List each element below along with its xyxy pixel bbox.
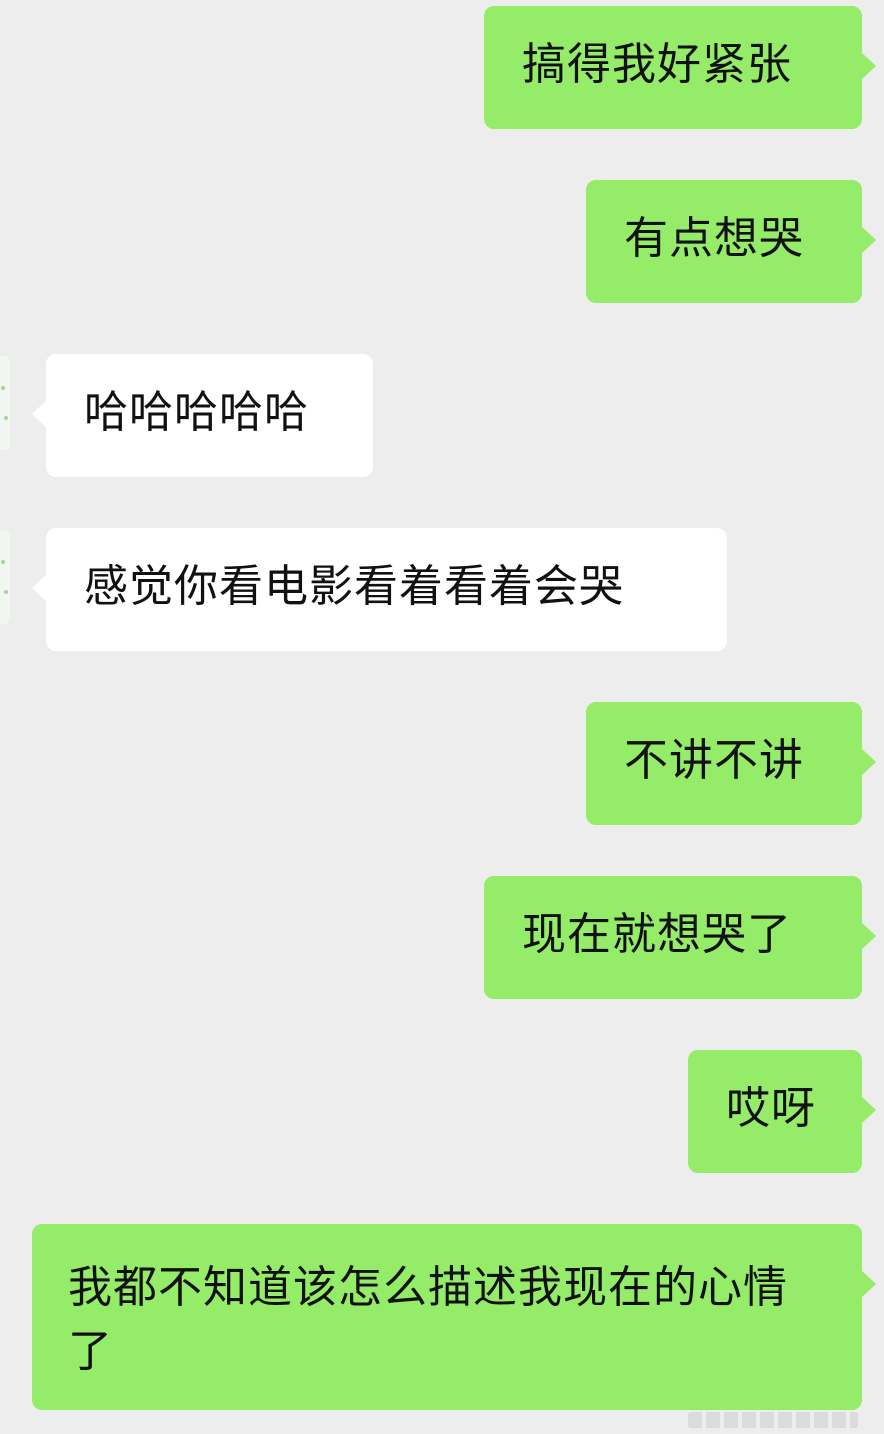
incoming-message[interactable]: 哈哈哈哈哈: [32, 354, 373, 477]
outgoing-message[interactable]: 现在就想哭了: [484, 876, 876, 999]
outgoing-message[interactable]: 不讲不讲: [586, 702, 876, 825]
outgoing-message[interactable]: 搞得我好紧张: [484, 6, 876, 129]
watermark: [688, 1412, 858, 1428]
contact-avatar[interactable]: [0, 530, 10, 624]
outgoing-message[interactable]: 哎呀: [688, 1050, 876, 1173]
outgoing-message[interactable]: 有点想哭: [586, 180, 876, 303]
chat-conversation: 搞得我好紧张 有点想哭 哈哈哈哈哈 感觉你看电影看着看着会哭 不讲不讲 现在就想…: [0, 0, 884, 1434]
incoming-message[interactable]: 感觉你看电影看着看着会哭: [32, 528, 727, 651]
contact-avatar[interactable]: [0, 356, 10, 450]
outgoing-message[interactable]: 我都不知道该怎么描述我现在的心情了: [32, 1224, 876, 1410]
